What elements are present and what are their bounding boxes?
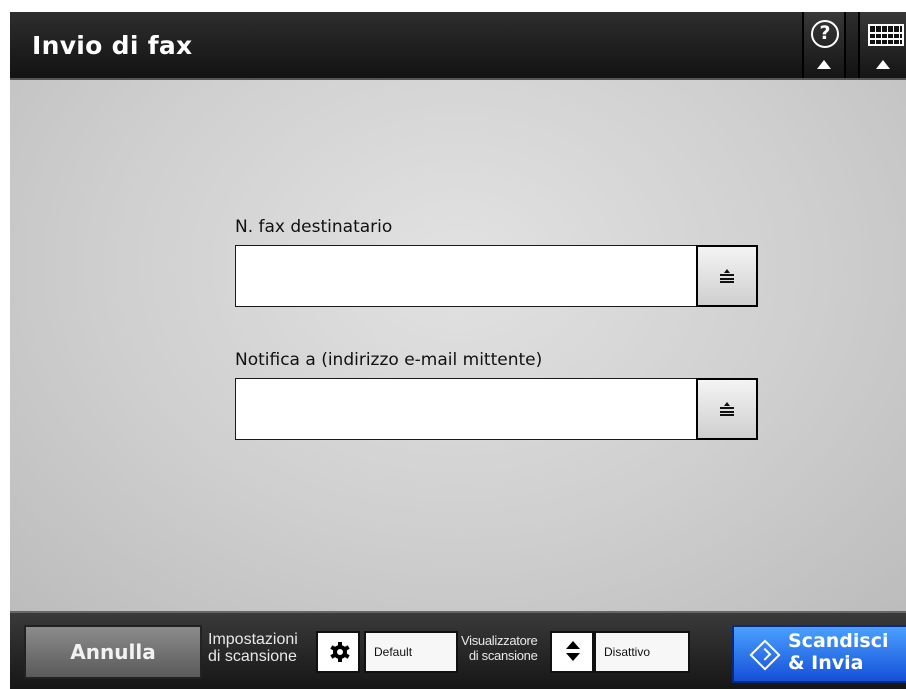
page-title: Invio di fax xyxy=(32,31,193,60)
scan-settings-label: Impostazioni di scansione xyxy=(208,631,298,665)
help-icon: ? xyxy=(811,20,839,48)
gear-icon xyxy=(330,642,350,662)
help-button[interactable]: ? xyxy=(802,12,846,78)
header-bar: Invio di fax ? xyxy=(10,12,906,80)
start-diamond-icon xyxy=(749,639,781,671)
recipient-fax-list-button[interactable] xyxy=(696,245,758,307)
notify-email-field xyxy=(235,378,758,440)
scan-and-send-label: Scandisci & Invia xyxy=(788,630,889,674)
scan-settings-button[interactable] xyxy=(316,631,360,673)
list-select-icon xyxy=(720,269,734,287)
scan-viewer-label-line2: di scansione xyxy=(468,648,538,663)
scan-viewer-value: Disattivo xyxy=(594,631,690,673)
footer-bar: Annulla Impostazioni di scansione Defaul… xyxy=(10,611,906,689)
expand-up-icon xyxy=(817,60,831,69)
expand-up-icon xyxy=(876,60,890,69)
scan-settings-label-line1: Impostazioni xyxy=(208,631,298,648)
recipient-fax-label: N. fax destinatario xyxy=(235,217,393,237)
notify-email-label: Notifica a (indirizzo e-mail mittente) xyxy=(235,350,543,370)
scan-and-send-button[interactable]: Scandisci & Invia xyxy=(732,625,906,683)
scan-viewer-label: Visualizzatore di scansione xyxy=(461,633,538,663)
scan-settings-label-line2: di scansione xyxy=(208,648,297,665)
notify-email-list-button[interactable] xyxy=(696,378,758,440)
scan-settings-value: Default xyxy=(364,631,458,673)
cancel-button[interactable]: Annulla xyxy=(24,625,202,679)
up-down-arrows-icon xyxy=(566,641,580,661)
keyboard-button[interactable] xyxy=(858,12,906,78)
main-form-area: N. fax destinatario Notifica a (indirizz… xyxy=(10,80,906,611)
scan-and-send-label-line2: & Invia xyxy=(788,652,864,674)
fax-screen: Invio di fax ? N. fax destinatario Notif… xyxy=(10,12,906,689)
list-select-icon xyxy=(720,402,734,420)
keyboard-icon xyxy=(868,24,904,46)
scan-viewer-label-line1: Visualizzatore xyxy=(461,633,538,648)
recipient-fax-input[interactable] xyxy=(236,246,696,305)
notify-email-input[interactable] xyxy=(236,379,696,438)
scan-and-send-label-line1: Scandisci xyxy=(788,630,889,652)
scan-viewer-toggle-button[interactable] xyxy=(550,631,594,673)
recipient-fax-field xyxy=(235,245,758,307)
